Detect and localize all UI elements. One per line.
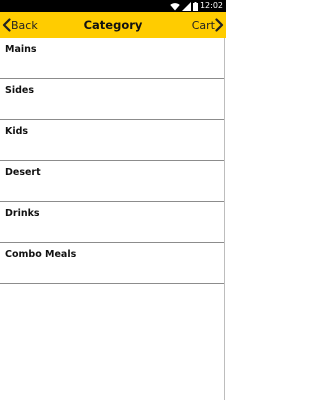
- wifi-icon: [170, 2, 180, 11]
- category-label: Mains: [5, 44, 37, 55]
- cart-button[interactable]: Cart: [192, 12, 224, 38]
- battery-icon: [192, 1, 198, 11]
- category-item-desert[interactable]: Desert: [0, 161, 224, 202]
- category-label: Combo Meals: [5, 249, 77, 260]
- status-icons: 12:02: [170, 0, 223, 12]
- cart-label: Cart: [191, 18, 215, 32]
- category-list: Mains Sides Kids Desert Drinks Combo Mea…: [0, 38, 225, 400]
- category-item-kids[interactable]: Kids: [0, 120, 224, 161]
- category-item-combo-meals[interactable]: Combo Meals: [0, 243, 224, 284]
- category-label: Drinks: [5, 208, 40, 219]
- signal-icon: [181, 1, 191, 11]
- nav-bar: Back Category Cart: [0, 12, 226, 38]
- category-label: Sides: [5, 85, 34, 96]
- chevron-right-icon: [215, 18, 224, 32]
- status-time: 12:02: [199, 1, 223, 10]
- category-item-drinks[interactable]: Drinks: [0, 202, 224, 243]
- category-label: Desert: [5, 167, 41, 178]
- category-item-mains[interactable]: Mains: [0, 38, 224, 79]
- category-item-sides[interactable]: Sides: [0, 79, 224, 120]
- status-bar: 12:02: [0, 0, 226, 12]
- category-label: Kids: [5, 126, 29, 137]
